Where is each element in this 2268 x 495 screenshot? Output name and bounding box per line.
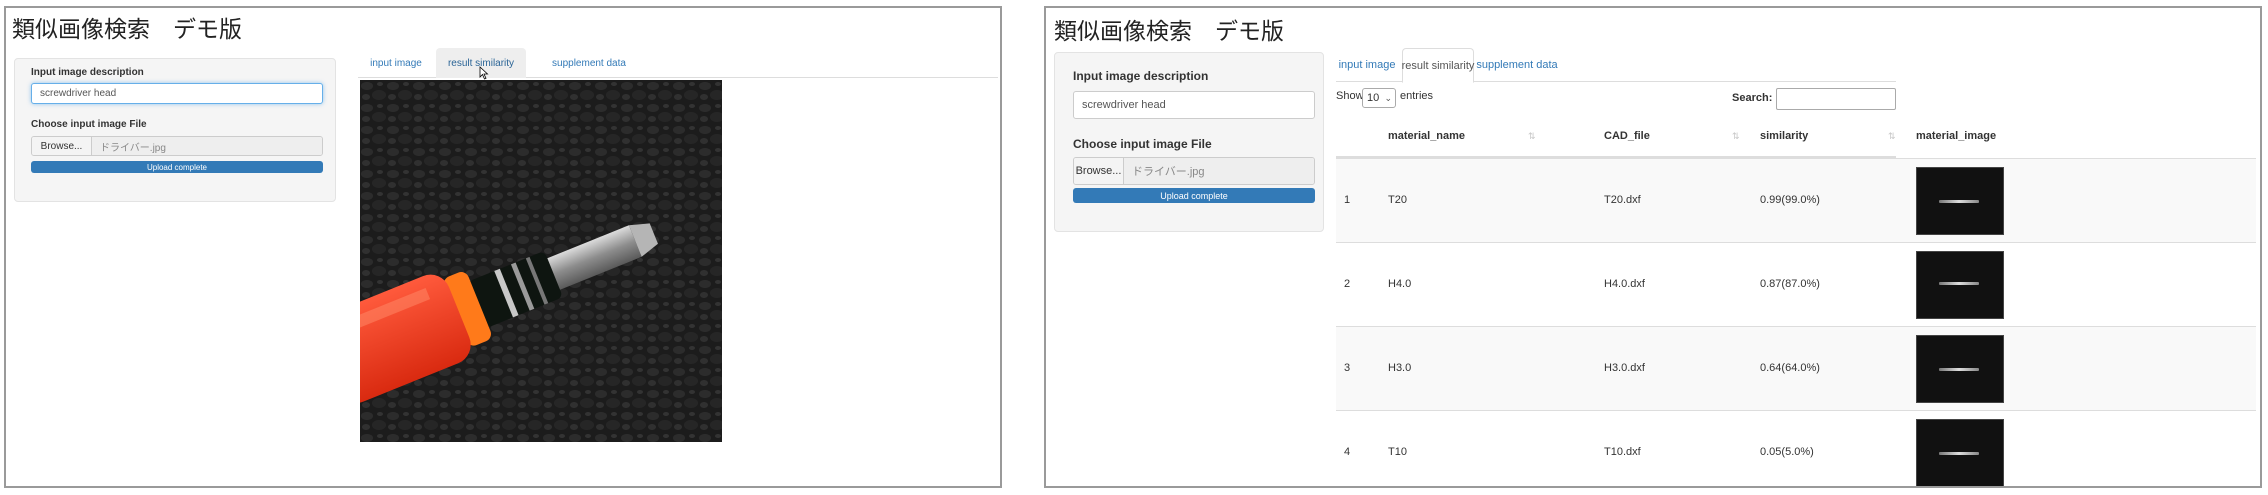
- entries-select[interactable]: 10 ⌄: [1362, 88, 1396, 108]
- tool-bit-icon: [1939, 200, 1979, 203]
- file-name-display: ドライバー.jpg: [1124, 158, 1314, 184]
- mouse-cursor-icon: [479, 66, 489, 80]
- tool-bit-icon: [1939, 452, 1979, 455]
- material-image-thumbnail: [1916, 419, 2004, 486]
- material-image-thumbnail: [1916, 335, 2004, 403]
- col-header-cad-file[interactable]: CAD_file: [1604, 130, 1650, 142]
- tab-supplement-data[interactable]: supplement data: [1476, 48, 1557, 82]
- material-name-cell: H3.0: [1388, 362, 1412, 374]
- app-title: 類似画像検索 デモ版: [1054, 19, 1284, 45]
- table-body: 1 T20 T20.dxf 0.99(99.0%) 2 H4.0 H4.0.dxf 0.87(…: [1336, 158, 2256, 486]
- row-index-cell: 1: [1344, 194, 1351, 206]
- browse-button[interactable]: Browse...: [1074, 158, 1124, 184]
- row-index-cell: 2: [1344, 278, 1351, 290]
- input-sidebar-panel: Input image description screwdriver head…: [1054, 52, 1324, 232]
- sort-icon: ⇅: [1528, 131, 1536, 141]
- input-sidebar-panel: Input image description screwdriver head…: [14, 58, 336, 202]
- description-label: Input image description: [31, 67, 144, 78]
- cad-file-cell: H3.0.dxf: [1604, 362, 1645, 374]
- file-chooser[interactable]: Browse... ドライバー.jpg: [31, 136, 323, 156]
- length-control-entries: entries: [1400, 90, 1434, 102]
- upload-progress-bar: Upload complete: [1073, 188, 1315, 203]
- tab-input-image[interactable]: input image: [1336, 48, 1398, 82]
- file-label: Choose input image File: [31, 119, 147, 130]
- row-index-cell: 4: [1344, 446, 1351, 458]
- table-row: 3 H3.0 H3.0.dxf 0.64(64.0%): [1336, 326, 2256, 410]
- table-search-input[interactable]: [1776, 88, 1896, 110]
- upload-progress-bar: Upload complete: [31, 161, 323, 173]
- tool-bit-icon: [1939, 368, 1979, 371]
- description-input[interactable]: screwdriver head: [1073, 91, 1315, 119]
- chevron-down-icon: ⌄: [1384, 92, 1392, 103]
- cad-file-cell: T10.dxf: [1604, 446, 1641, 458]
- search-label: Search:: [1732, 92, 1773, 104]
- table-header-row: material_name ⇅ CAD_file ⇅ similarity ⇅ …: [1336, 116, 1996, 158]
- tab-input-image[interactable]: input image: [358, 48, 434, 78]
- material-name-cell: H4.0: [1388, 278, 1412, 290]
- browse-button[interactable]: Browse...: [32, 137, 92, 155]
- right-screenshot-pane: 類似画像検索 デモ版 Input image description screw…: [1044, 6, 2262, 488]
- material-image-thumbnail: [1916, 167, 2004, 235]
- cad-file-cell: T20.dxf: [1604, 194, 1641, 206]
- material-name-cell: T20: [1388, 194, 1407, 206]
- col-header-material-name[interactable]: material_name: [1388, 130, 1465, 142]
- material-name-cell: T10: [1388, 446, 1407, 458]
- sort-icon: ⇅: [1732, 131, 1740, 141]
- file-name-display: ドライバー.jpg: [92, 137, 322, 155]
- material-image-thumbnail: [1916, 251, 2004, 319]
- sort-icon: ⇅: [1888, 131, 1896, 141]
- col-header-similarity[interactable]: similarity: [1760, 130, 1808, 142]
- file-chooser[interactable]: Browse... ドライバー.jpg: [1073, 157, 1315, 185]
- similarity-cell: 0.87(87.0%): [1760, 278, 1820, 290]
- description-label: Input image description: [1073, 69, 1209, 83]
- row-index-cell: 3: [1344, 362, 1351, 374]
- similarity-cell: 0.05(5.0%): [1760, 446, 1814, 458]
- tab-result-similarity[interactable]: result similarity: [1402, 48, 1474, 83]
- description-input[interactable]: screwdriver head: [31, 83, 323, 104]
- col-header-material-image[interactable]: material_image: [1916, 130, 1996, 142]
- file-label: Choose input image File: [1073, 137, 1212, 151]
- main-tabset: input image result similarity supplement…: [358, 48, 998, 78]
- table-row: 2 H4.0 H4.0.dxf 0.87(87.0%): [1336, 242, 2256, 326]
- main-tabset: input image result similarity supplement…: [1336, 48, 1896, 83]
- left-screenshot-pane: 類似画像検索 デモ版 Input image description screw…: [4, 6, 1002, 488]
- table-row: 1 T20 T20.dxf 0.99(99.0%): [1336, 158, 2256, 242]
- tool-bit-icon: [1939, 282, 1979, 285]
- table-row: 4 T10 T10.dxf 0.05(5.0%): [1336, 410, 2256, 486]
- similarity-cell: 0.99(99.0%): [1760, 194, 1820, 206]
- cad-file-cell: H4.0.dxf: [1604, 278, 1645, 290]
- entries-select-value: 10: [1367, 92, 1380, 104]
- uploaded-input-image: [360, 80, 722, 442]
- tab-supplement-data[interactable]: supplement data: [534, 48, 644, 78]
- length-control-show: Show: [1336, 90, 1364, 102]
- app-title: 類似画像検索 デモ版: [12, 17, 242, 43]
- similarity-cell: 0.64(64.0%): [1760, 362, 1820, 374]
